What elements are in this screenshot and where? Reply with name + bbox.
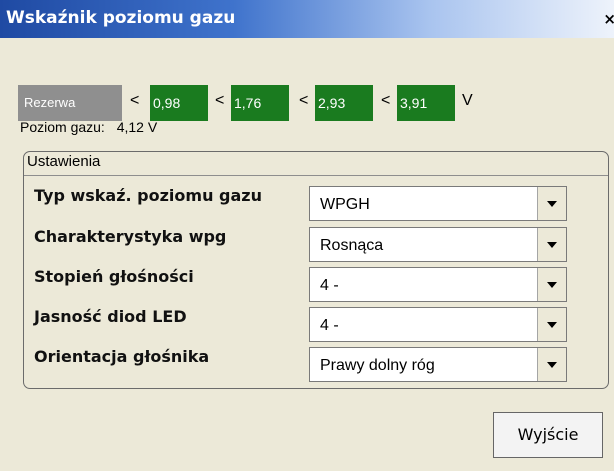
setting-row-volume: Stopień głośności 4 - (34, 267, 594, 302)
less-than-sign: < (215, 92, 225, 109)
setting-row-characteristic: Charakterystyka wpg Rosnąca (34, 227, 594, 262)
led-brightness-value: 4 - (320, 317, 339, 334)
chevron-down-icon[interactable] (537, 228, 566, 261)
speaker-orientation-value: Prawy dolny róg (320, 357, 435, 374)
characteristic-select[interactable]: Rosnąca (309, 227, 567, 262)
led-brightness-select[interactable]: 4 - (309, 307, 567, 342)
gas-level-label: Poziom gazu: (20, 119, 105, 135)
gas-level-value: 4,12 V (116, 119, 158, 135)
title-bar: Wskaźnik poziomu gazu × (0, 0, 614, 38)
gas-level-readout: Poziom gazu: 4,12 V (20, 119, 157, 135)
voltage-unit: V (462, 92, 473, 109)
volume-value: 4 - (320, 277, 339, 294)
settings-divider (24, 175, 608, 176)
speaker-orientation-select[interactable]: Prawy dolny róg (309, 347, 567, 382)
reserve-badge: Rezerwa (18, 85, 122, 121)
window-title: Wskaźnik poziomu gazu (6, 8, 236, 28)
setting-label-speaker-orientation: Orientacja głośnika (34, 347, 210, 366)
chevron-down-icon[interactable] (537, 348, 566, 381)
settings-group: Ustawienia Typ wskaź. poziomu gazu WPGH … (23, 151, 609, 389)
exit-button[interactable]: Wyjście (493, 412, 603, 458)
gas-level-indicator-window: Wskaźnik poziomu gazu × Rezerwa < 0,98 <… (0, 0, 614, 471)
setting-label-characteristic: Charakterystyka wpg (34, 227, 227, 246)
threshold-value-2: 1,76 (231, 85, 289, 121)
less-than-sign: < (381, 92, 391, 109)
chevron-down-icon[interactable] (537, 308, 566, 341)
characteristic-value: Rosnąca (320, 237, 384, 254)
setting-row-speaker-orientation: Orientacja głośnika Prawy dolny róg (34, 347, 594, 382)
threshold-value-3: 2,93 (315, 85, 373, 121)
chevron-down-icon[interactable] (537, 268, 566, 301)
setting-label-led-brightness: Jasność diod LED (34, 307, 187, 326)
settings-title: Ustawienia (27, 153, 101, 170)
volume-select[interactable]: 4 - (309, 267, 567, 302)
setting-label-indicator-type: Typ wskaź. poziomu gazu (34, 186, 262, 205)
indicator-type-value: WPGH (320, 196, 370, 213)
threshold-value-1: 0,98 (150, 85, 208, 121)
less-than-sign: < (130, 92, 140, 109)
close-icon[interactable]: × (603, 10, 614, 28)
setting-row-indicator-type: Typ wskaź. poziomu gazu WPGH (34, 186, 594, 221)
threshold-value-4: 3,91 (397, 85, 455, 121)
setting-label-volume: Stopień głośności (34, 267, 194, 286)
less-than-sign: < (299, 92, 309, 109)
chevron-down-icon[interactable] (537, 187, 566, 220)
setting-row-led-brightness: Jasność diod LED 4 - (34, 307, 594, 342)
indicator-type-select[interactable]: WPGH (309, 186, 567, 221)
